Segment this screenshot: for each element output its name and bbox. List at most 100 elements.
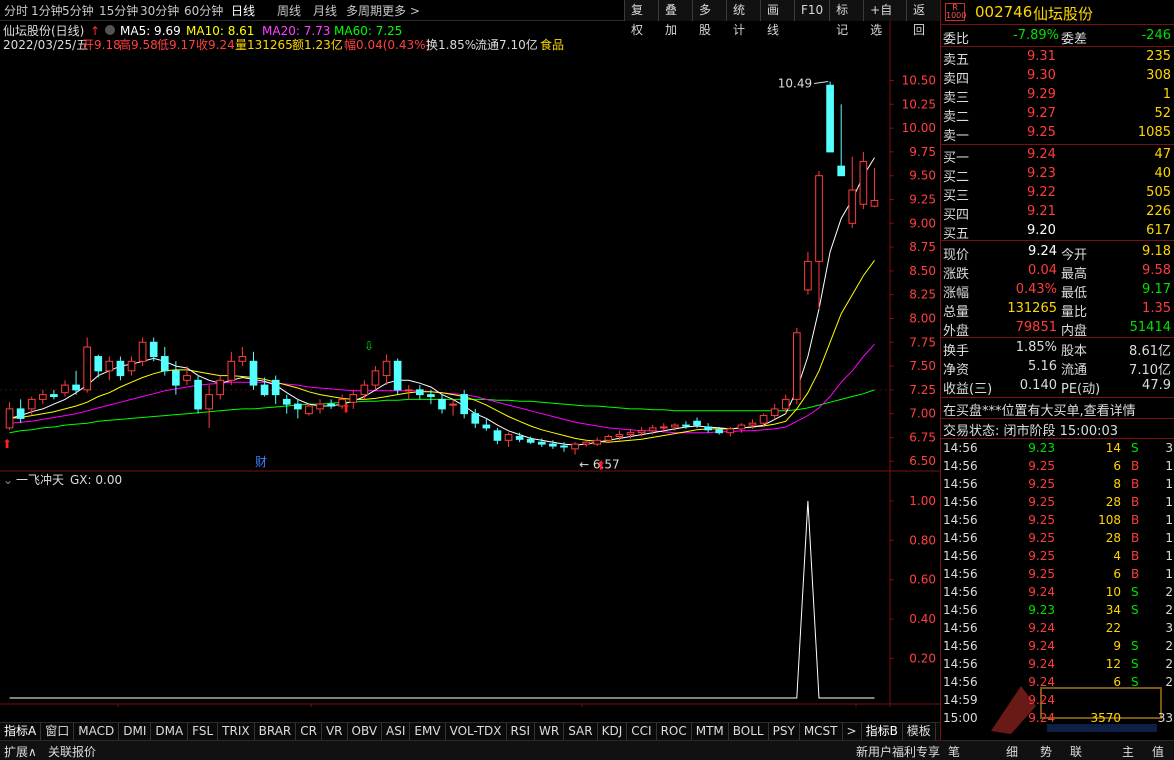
price-axis-label: 9.75: [909, 145, 936, 159]
period-tab-4[interactable]: 30分钟: [140, 2, 179, 19]
toolbar-button-4[interactable]: 画线: [760, 0, 794, 37]
indicator-tab-9[interactable]: VR: [322, 723, 348, 741]
candle-body: [138, 341, 147, 362]
toolbar-button-1[interactable]: 叠加: [658, 0, 692, 37]
indicator-tab-21[interactable]: BOLL: [729, 723, 769, 741]
indicator-tab-16[interactable]: SAR: [564, 723, 598, 741]
candle-body: [515, 435, 524, 440]
candle-body: [238, 356, 247, 362]
indicator-tab-11[interactable]: ASI: [382, 723, 411, 741]
candle-body: [327, 403, 335, 407]
candle-body: [50, 394, 58, 398]
indicator-tab-2[interactable]: MACD: [74, 723, 120, 741]
tab-detail[interactable]: 细: [1006, 743, 1018, 760]
candle-body: [693, 420, 701, 426]
candle-body: [504, 434, 513, 441]
candle-body: [637, 430, 646, 434]
toolbar-button-0[interactable]: 复权: [624, 0, 658, 37]
candle-body: [626, 432, 635, 436]
buy-arrow-icon: ⬆: [341, 402, 351, 416]
indicator-tab-22[interactable]: PSY: [769, 723, 800, 741]
tick-row: 14:56 9.24 6 S 2: [943, 675, 1173, 689]
price-axis-label: 6.50: [909, 454, 936, 468]
toolbar-button-8[interactable]: 返回: [905, 0, 940, 37]
indicator-tab-19[interactable]: ROC: [657, 723, 692, 741]
candle-body: [593, 439, 602, 445]
indicator-tab-14[interactable]: RSI: [507, 723, 536, 741]
stock-name: 仙坛股份: [1033, 5, 1094, 23]
period-tab-6[interactable]: 日线: [231, 2, 255, 19]
indicator-tab-4[interactable]: DMA: [151, 723, 189, 741]
tab-link[interactable]: 联: [1070, 743, 1082, 760]
indicator-tab-bar: 指标A 窗口 MACD DMI DMA FSL TRIX BRAR CR VR OBV ASI EMV V…: [0, 722, 969, 741]
toolbar-button-3[interactable]: 统计: [726, 0, 760, 37]
indicator-tab-26[interactable]: 模板: [903, 723, 936, 741]
indicator-tab-13[interactable]: VOL-TDX: [446, 723, 507, 741]
period-tab-7[interactable]: 周线: [277, 2, 301, 19]
period-tab-2[interactable]: 5分钟: [62, 2, 94, 19]
new-user-benefit-link[interactable]: 新用户福利专享: [856, 743, 940, 760]
indicator-axis-label: 0.60: [909, 573, 936, 587]
candle-body: [415, 389, 424, 396]
kline-chart[interactable]: 仙坛股份(日线) ↑ MA5: 9.69 MA10: 8.61 MA20: 7.73 MA…: [0, 21, 940, 707]
indicator-tab-18[interactable]: CCI: [627, 723, 657, 741]
candle-body: [282, 398, 291, 405]
tab-value[interactable]: 值: [1152, 743, 1164, 760]
candle-body: [127, 360, 136, 372]
weicha-value: -246: [1141, 28, 1171, 43]
ma60-label: MA60: 7.25: [334, 24, 402, 38]
indicator-tab-25[interactable]: 指标B: [862, 723, 903, 741]
period-tab-10[interactable]: 更多 >: [382, 2, 420, 19]
indicator-tab-6[interactable]: TRIX: [218, 723, 255, 741]
period-tab-5[interactable]: 60分钟: [184, 2, 223, 19]
candle-body: [549, 443, 557, 447]
finance-mark: 财: [255, 455, 267, 469]
price-axis-label: 8.25: [909, 288, 936, 302]
bid-row: 买五 9.20 617: [943, 223, 1171, 242]
toolbar-button-7[interactable]: +自选: [863, 0, 906, 37]
indicator-tab-24[interactable]: >: [843, 723, 862, 741]
period-tab-3[interactable]: 15分钟: [99, 2, 138, 19]
period-tab-0[interactable]: 分时: [4, 2, 28, 19]
period-tab-9[interactable]: 多周期: [346, 2, 382, 19]
high-annotation-line: [814, 80, 829, 84]
price-axis-label: 7.25: [909, 383, 936, 397]
toolbar-button-5[interactable]: F10: [794, 0, 830, 21]
indicator-tab-17[interactable]: KDJ: [598, 723, 628, 741]
period-tab-8[interactable]: 月线: [313, 2, 337, 19]
toolbar-button-6[interactable]: 标记: [829, 0, 864, 37]
indicator-name: 一飞冲天: [16, 472, 64, 487]
big-order-notice[interactable]: 在买盘***位置有大买单,查看详情: [943, 400, 1136, 419]
indicator-tab-23[interactable]: MCST: [800, 723, 843, 741]
expand-button[interactable]: 扩展∧: [4, 743, 37, 760]
tab-trend[interactable]: 势: [1040, 743, 1052, 760]
related-quote-button[interactable]: 关联报价: [48, 743, 96, 760]
indicator-tab-0[interactable]: 指标A: [0, 723, 42, 741]
price-axis-label: 7.75: [909, 335, 936, 349]
candle-body: [526, 438, 535, 443]
stock-title: 仙坛股份(日线): [3, 24, 84, 38]
indicator-axis-label: 0.40: [909, 612, 936, 626]
indicator-tab-5[interactable]: FSL: [188, 723, 219, 741]
ask-row: 卖二 9.27 52: [943, 106, 1171, 125]
indicator-tab-20[interactable]: MTM: [692, 723, 729, 741]
candle-body: [183, 375, 191, 381]
indicator-tab-10[interactable]: OBV: [348, 723, 383, 741]
indicator-tab-15[interactable]: WR: [535, 723, 565, 741]
bid-row: 买三 9.22 505: [943, 185, 1171, 204]
candle-body: [560, 445, 568, 448]
toolbar-button-2[interactable]: 多股: [692, 0, 726, 37]
indicator-tab-8[interactable]: CR: [296, 723, 322, 741]
gx-line: [9, 500, 875, 699]
price-axis-label: 9.00: [909, 216, 936, 230]
candle-body: [848, 189, 857, 224]
indicator-tab-7[interactable]: BRAR: [255, 723, 297, 741]
candle-body: [815, 175, 823, 262]
indicator-tab-3[interactable]: DMI: [119, 723, 152, 741]
candle-body: [271, 379, 280, 396]
tab-pen[interactable]: 笔: [948, 743, 960, 760]
indicator-tab-12[interactable]: EMV: [410, 723, 446, 741]
indicator-tab-1[interactable]: 窗口: [41, 723, 75, 741]
period-tab-1[interactable]: 1分钟: [31, 2, 63, 19]
tab-main[interactable]: 主: [1122, 743, 1134, 760]
